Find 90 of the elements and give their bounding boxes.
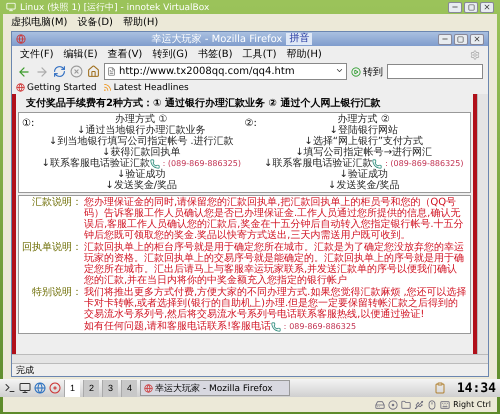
monitor-icon <box>6 2 16 12</box>
desktop-tab[interactable]: 2 <box>83 380 99 396</box>
host-key-label: Right Ctrl <box>453 400 491 409</box>
step-text: ↓通过当地银行办理汇款业务 <box>77 125 206 136</box>
window-title: Linux (快照 1) [运行中] - innotek VirtualBox <box>20 2 210 14</box>
step-text: ↓登陆银行网站 <box>330 125 398 136</box>
page-icon <box>107 67 116 76</box>
phone-icon <box>372 158 382 168</box>
desktop-tab[interactable]: 1 <box>64 380 80 396</box>
browser-title: 幸运大玩家 - Mozilla Firefox <box>152 32 282 46</box>
rss-icon <box>102 83 112 92</box>
menu-item[interactable]: 虚拟电脑(M) <box>11 15 68 29</box>
close-button[interactable] <box>480 2 494 12</box>
maximize-icon <box>457 36 464 42</box>
phone-number: ：(089-869-886325) <box>160 158 241 168</box>
step-text: ↓选择“网上银行”支付方式 <box>304 136 424 147</box>
phone-icon <box>150 158 160 168</box>
note-text: 我们将推出更多方式付费,方便大家的不同办理方式.如果您觉得汇款麻烦 ,您还可以选择卡对卡转帐,或者选择到(银行的自助机上)办理.但是您一定要保留转帐汇款之后得到的交易流水号系列号,然后将交易流水号系列号电话联系客服热线,以便通过验证! <box>84 287 467 320</box>
step-text: ↓到当地银行填写公司指定帐号 .进行汇款 <box>48 136 234 147</box>
menu-item[interactable]: 查看(V) <box>108 47 142 61</box>
globe-icon[interactable] <box>34 382 46 394</box>
play-icon <box>351 66 361 76</box>
menu-item[interactable]: 书签(B) <box>198 47 233 61</box>
vertical-scrollbar[interactable] <box>477 94 488 354</box>
maximize-icon <box>468 4 474 10</box>
globe-icon <box>16 34 26 44</box>
method-marker: ①: <box>22 117 36 131</box>
status-text: 完成 <box>16 364 34 376</box>
address-field[interactable]: http://www.tx2008qq.com/qq4.htm <box>104 63 347 80</box>
input-method-indicator[interactable]: 拼音 <box>286 33 312 45</box>
phone-icon <box>271 322 282 332</box>
menu-item[interactable]: 转到(G) <box>152 47 188 61</box>
desktop-tab[interactable]: 4 <box>121 380 137 396</box>
terminal-icon[interactable] <box>4 382 16 394</box>
task-button[interactable]: 幸运大玩家 - Mozilla Firefox <box>140 380 290 396</box>
note-text: 您办理保证金的同时,请保留您的汇款回执单,把汇款回执单上的柜员号和您的（QQ号码）告诉客服工作人员确认您是否已办理保证金.工作人员通过您所提供的信息,确认无误后,客服工作人员确认您的汇款后,奖金在十五分钟后自动转入您指定银行帐号.十五分钟后您既可领取您的奖金.奖品以快寄方式送出,三天内需送用户既可收到。 <box>84 197 465 241</box>
globe-icon <box>16 83 25 92</box>
disc-icon <box>388 400 398 410</box>
method-title: 办理方式 ① <box>115 114 168 125</box>
desktop-tab[interactable]: 3 <box>102 380 118 396</box>
home-icon[interactable] <box>87 65 100 78</box>
bookmark-link[interactable]: Latest Headlines <box>102 82 189 92</box>
clipboard-icon[interactable] <box>434 382 446 394</box>
disc-icon[interactable] <box>49 382 61 394</box>
step-text: ↓验证成功 <box>117 169 166 180</box>
step-text: ↓联系客服电话验证汇款 <box>264 158 372 169</box>
maximize-button[interactable] <box>454 34 468 44</box>
contact-text: 如有任何问题,请和客服电话联系!客服电话 <box>84 321 272 332</box>
note-label: 汇款说明： <box>31 197 82 210</box>
method-marker: ②: <box>244 117 258 131</box>
menu-item[interactable]: 帮助(H) <box>122 15 158 29</box>
close-icon <box>483 3 491 11</box>
note-label: 回执单说明： <box>22 242 82 255</box>
bookmark-link[interactable]: Getting Started <box>16 82 97 92</box>
menu-item[interactable]: 编辑(E) <box>64 47 98 61</box>
minimize-button[interactable] <box>448 2 462 12</box>
note-text: 汇款回执单上的柜台序号就是用于确定您所在城市。汇款是为了确定您没放弃您的幸运玩家的资格。汇款回执单上的交易序号就是能确定的。汇款回执单上的序号就是用于确定您所在城市。汇出后请马上与客服幸运玩家联系,并发送汇款单的序号以便我们确认您的汇款,并在当日内将你的中奖金额充入您指定的银行帐户 <box>84 242 465 286</box>
step-text: ↓验证成功 <box>340 169 388 180</box>
phone-number: ：(089-869-886325) <box>382 158 464 168</box>
step-text: ↓获得汇款回执单 <box>102 147 180 158</box>
step-text: ↓发送奖金/奖品 <box>328 180 400 191</box>
usb-icon <box>414 400 424 410</box>
step-text: ↓填写公司指定帐号→进行网汇 <box>295 147 432 158</box>
keyboard-icon <box>440 400 450 410</box>
monitor-icon[interactable] <box>19 382 31 394</box>
url-text: http://www.tx2008qq.com/qq4.htm <box>119 66 295 77</box>
step-text: ↓发送奖金/奖品 <box>105 180 178 191</box>
go-button[interactable]: 转到 <box>351 64 383 78</box>
note-label: 特别说明： <box>31 287 82 300</box>
stop-icon[interactable] <box>70 65 83 78</box>
menu-item[interactable]: 帮助(H) <box>286 47 322 61</box>
back-icon[interactable] <box>17 64 31 78</box>
method-title: 办理方式 ② <box>338 114 390 125</box>
maximize-button[interactable] <box>464 2 478 12</box>
globe-icon <box>144 384 153 392</box>
menu-item[interactable]: 文件(F) <box>20 47 54 61</box>
minimize-button[interactable] <box>438 34 452 44</box>
menu-item[interactable]: 设备(D) <box>77 15 113 29</box>
folder-icon <box>401 400 412 410</box>
reload-icon[interactable] <box>53 65 66 78</box>
phone-number: ：089-869-886325 <box>281 321 356 332</box>
payment-heading: 支付奖品手续费有2种方式：① 通过银行办理汇款业务 ② 通过个人网上银行汇款 <box>25 96 382 110</box>
search-field[interactable] <box>387 64 483 79</box>
step-text: ↓联系客服电话验证汇款 <box>42 158 150 169</box>
clock: 14:34 <box>456 380 496 396</box>
mouse-icon <box>427 400 438 410</box>
close-icon <box>472 35 481 43</box>
close-button[interactable] <box>470 34 484 44</box>
menu-item[interactable]: 工具(T) <box>242 47 276 61</box>
horizontal-scrollbar[interactable] <box>12 354 488 363</box>
